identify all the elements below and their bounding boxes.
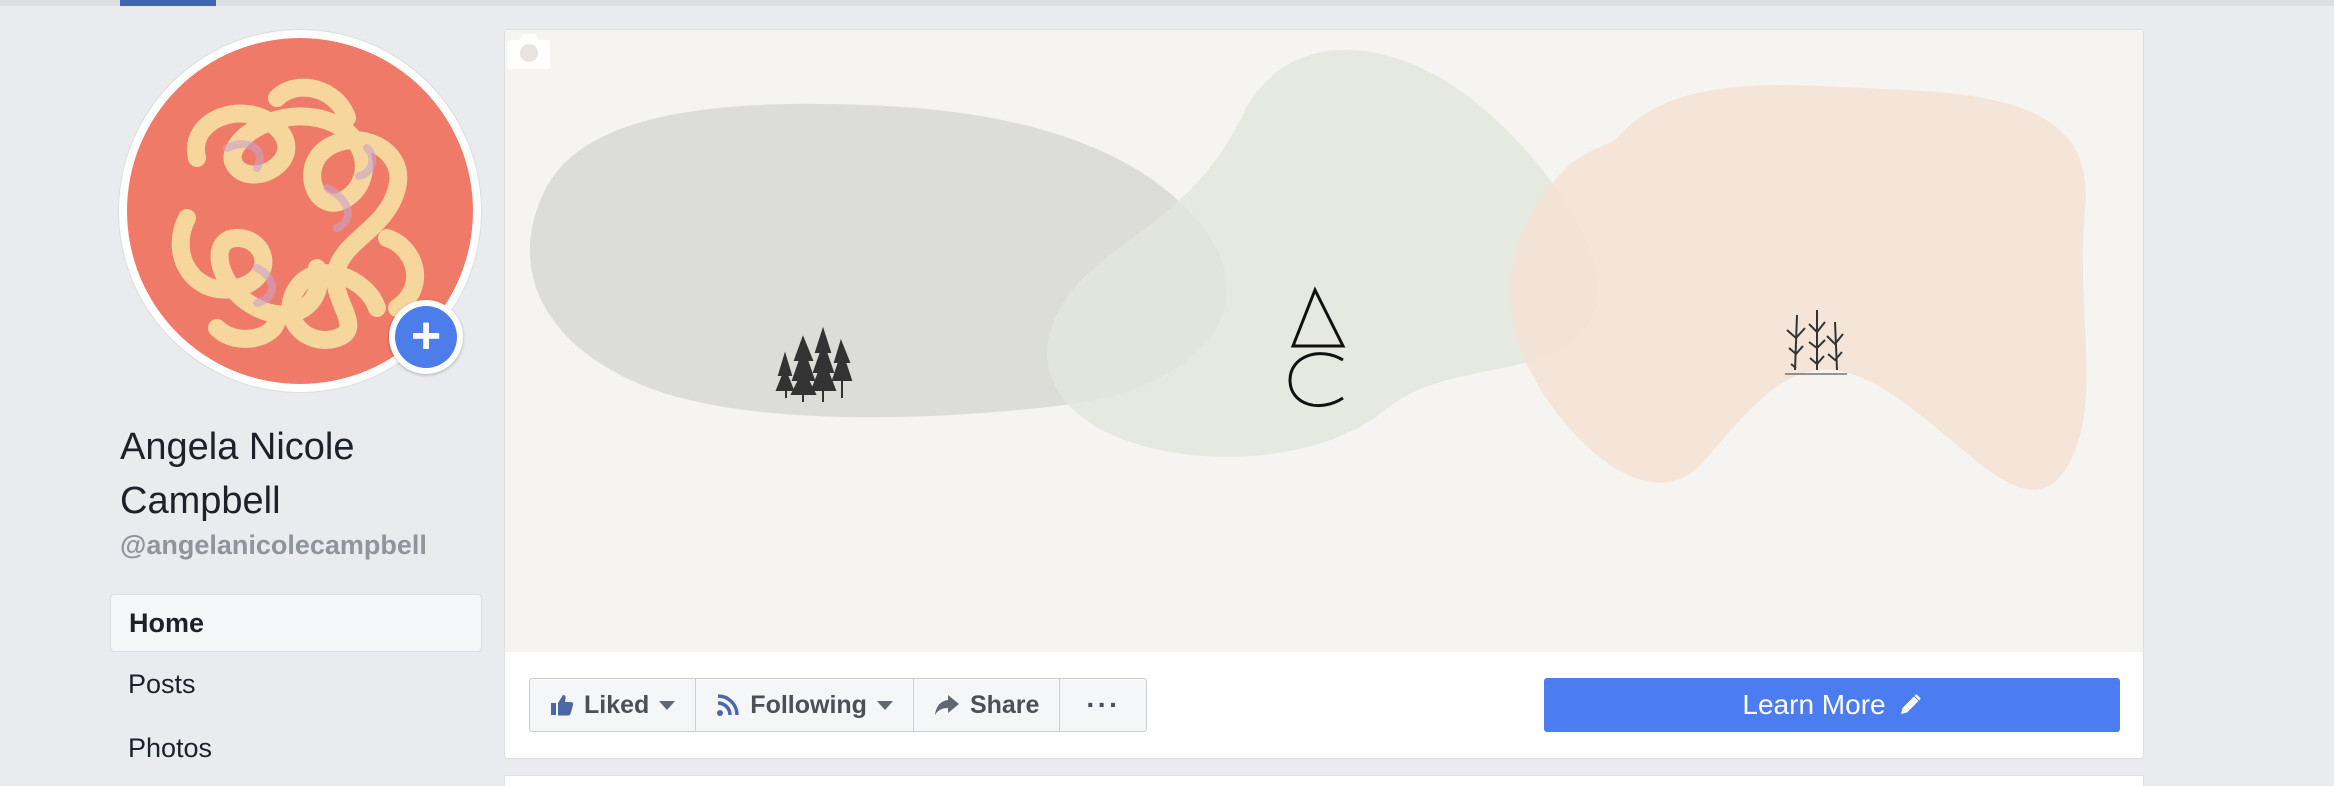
top-navigation-bar [0,0,2334,6]
learn-more-button[interactable]: Learn More [1544,678,2120,732]
share-label: Share [969,690,1040,719]
page-title: Angela Nicole Campbell [120,426,355,522]
next-card-edge [505,776,2143,786]
more-icon: ··· [1086,689,1121,720]
liked-label: Liked [584,690,650,719]
plus-icon: + [395,306,457,368]
sidebar-nav: Home Posts Photos [110,594,482,780]
chevron-down-icon [659,700,676,710]
nav-accent [120,0,216,6]
sidebar-item-posts[interactable]: Posts [110,652,482,716]
liked-button[interactable]: Liked [529,678,697,732]
thumbs-up-icon [550,693,574,717]
username-handle[interactable]: @angelanicolecampbell [120,530,427,561]
add-profile-photo-button[interactable]: + [389,300,463,374]
sidebar-item-home[interactable]: Home [110,594,482,652]
more-options-button[interactable]: ··· [1059,678,1148,732]
cover-artwork [529,49,2087,490]
pencil-icon[interactable] [1898,693,1922,717]
cover-photo[interactable] [505,30,2143,652]
page-header-card: Liked Following Share ··· Learn More [505,30,2143,758]
chevron-down-icon [876,700,893,710]
share-button[interactable]: Share [912,678,1061,732]
following-label: Following [750,690,867,719]
rss-icon [716,693,740,717]
sidebar-item-photos[interactable]: Photos [110,716,482,780]
learn-more-label: Learn More [1742,689,1886,720]
share-arrow-icon [934,693,960,717]
page-action-bar: Liked Following Share ··· [529,678,1148,732]
following-button[interactable]: Following [695,678,914,732]
camera-icon[interactable] [505,30,551,70]
